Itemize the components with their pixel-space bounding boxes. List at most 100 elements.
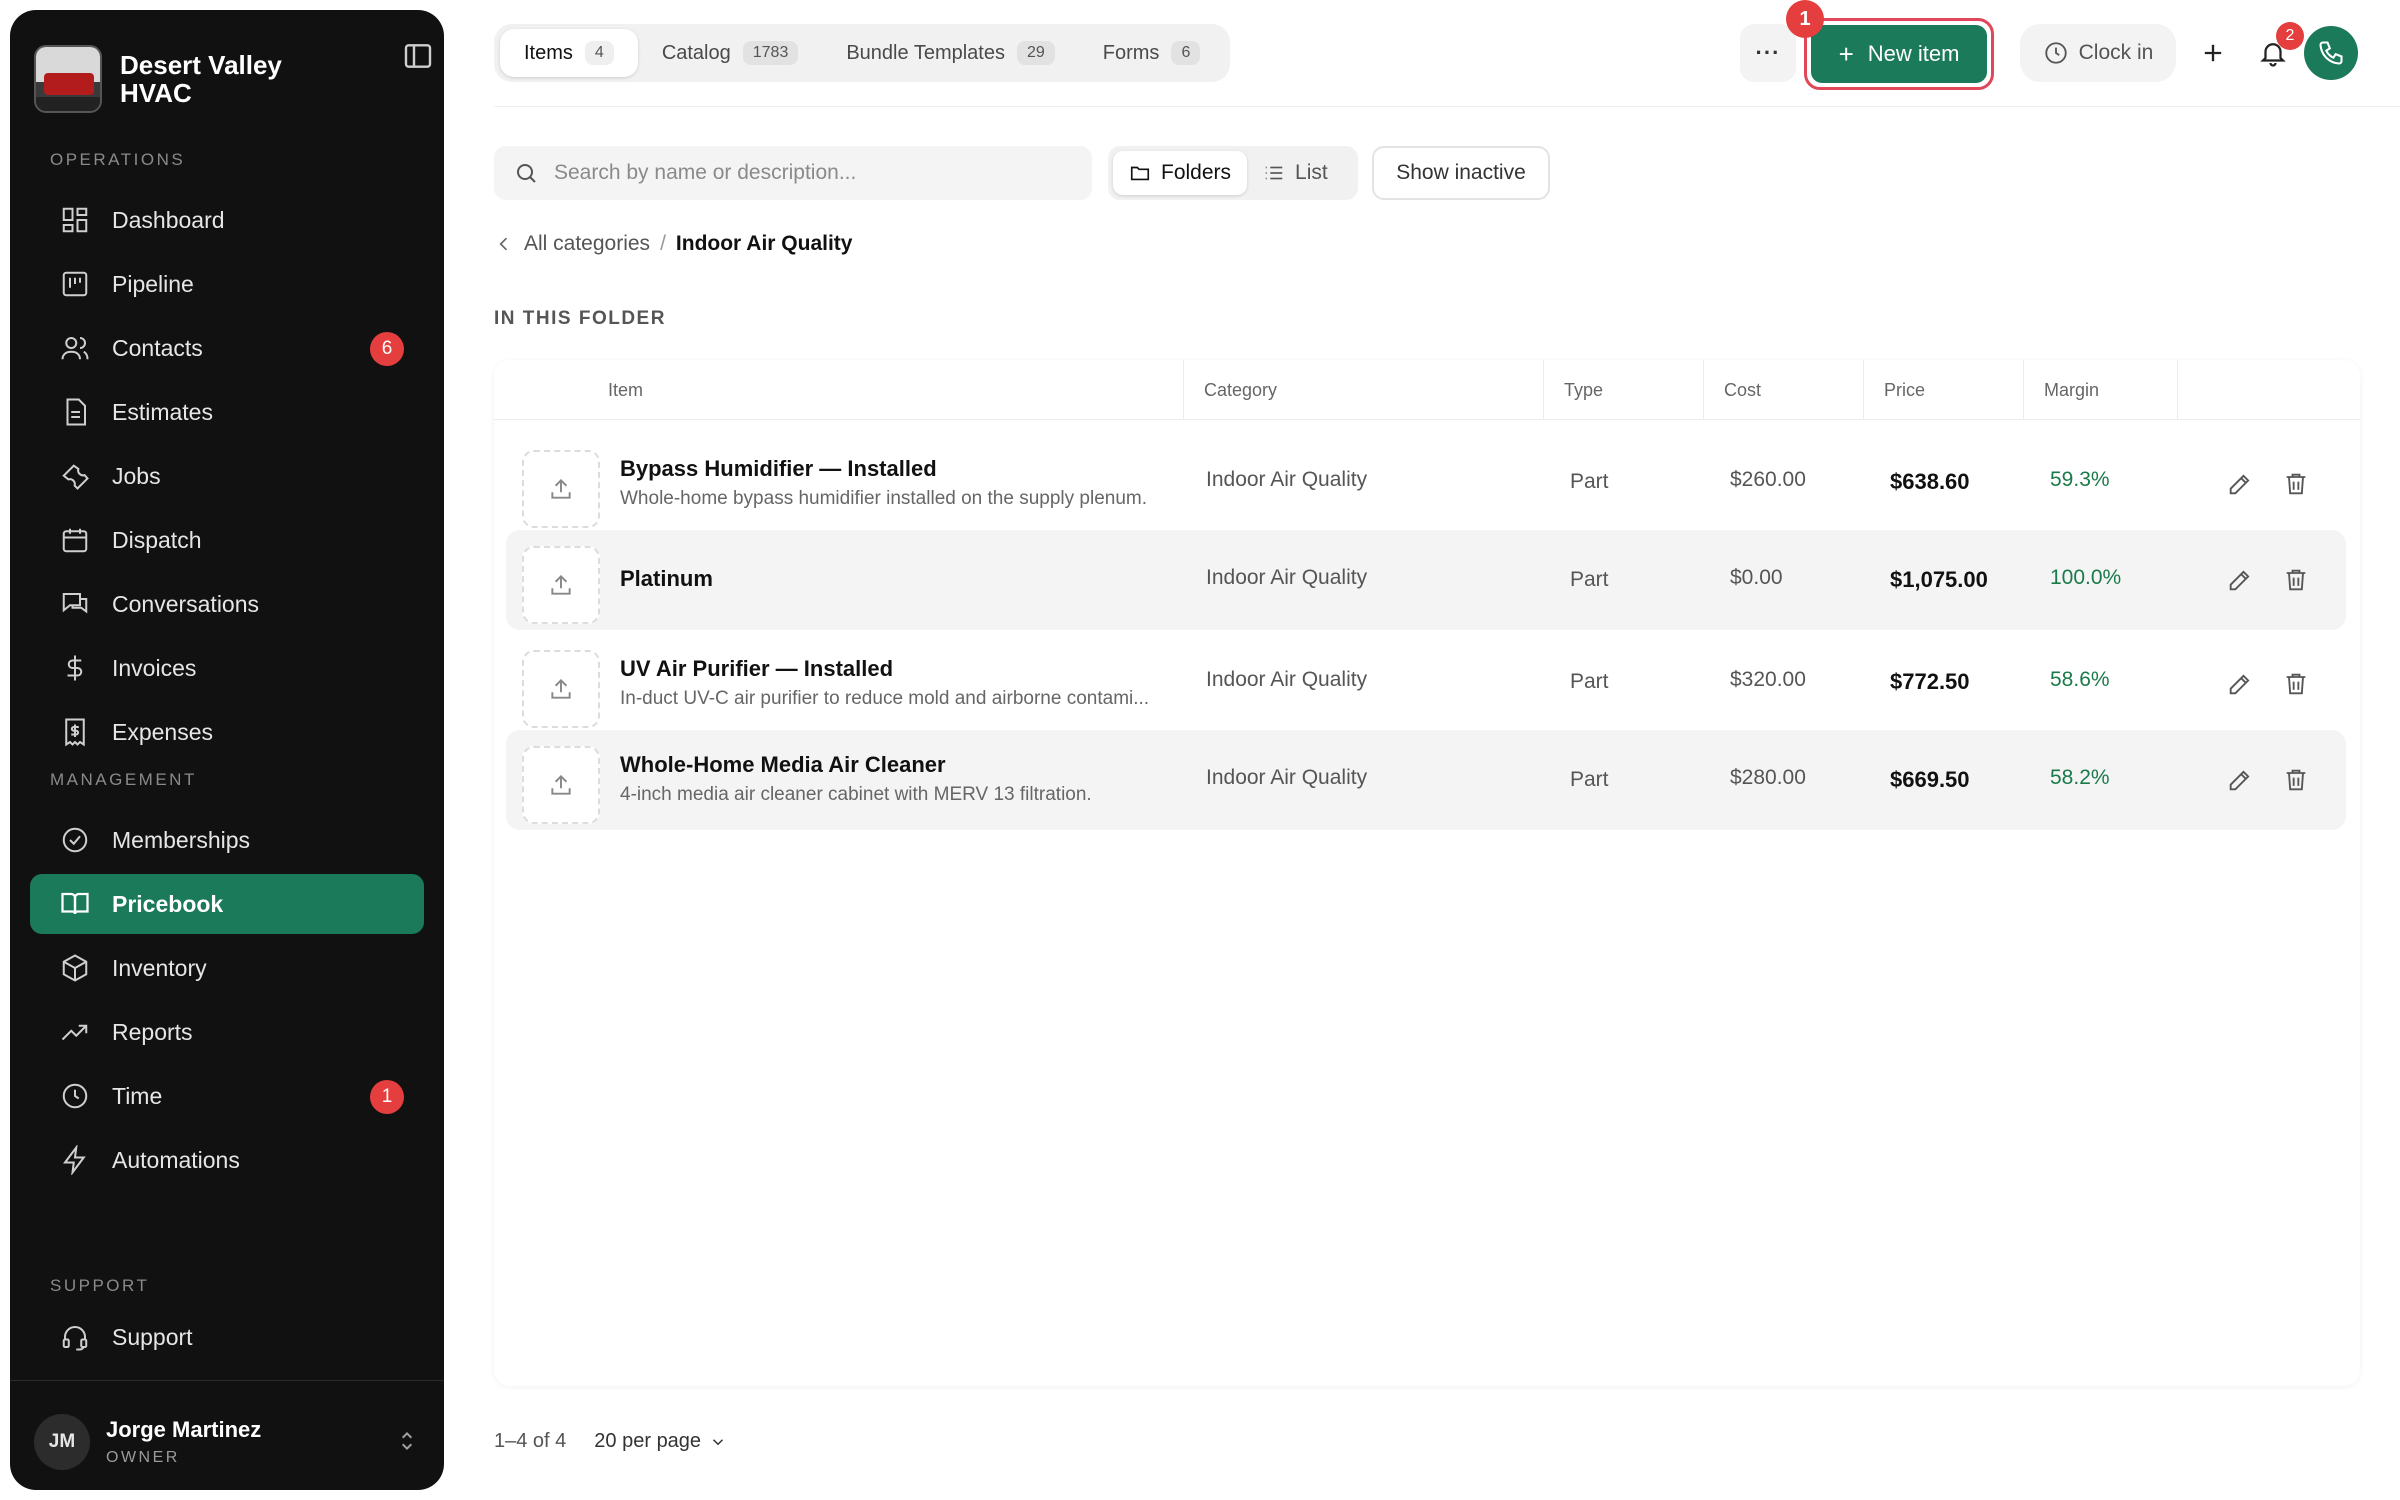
- upload-image-icon[interactable]: [522, 546, 600, 624]
- plus-icon: [2199, 39, 2227, 67]
- clock-in-button[interactable]: Clock in: [2020, 24, 2176, 82]
- bolt-icon: [60, 1145, 90, 1175]
- edit-pencil-icon[interactable]: [2226, 470, 2254, 498]
- column-header-category[interactable]: Category: [1184, 360, 1544, 420]
- edit-pencil-icon[interactable]: [2226, 566, 2254, 594]
- new-item-button[interactable]: + New item: [1811, 25, 1987, 83]
- folders-label: Folders: [1161, 161, 1232, 184]
- tab-catalog[interactable]: Catalog 1783: [638, 29, 823, 77]
- table-row[interactable]: Whole-Home Media Air Cleaner 4-inch medi…: [506, 730, 2346, 830]
- search-input[interactable]: [554, 161, 1074, 185]
- sidebar-item-memberships[interactable]: Memberships: [30, 810, 424, 870]
- check-circle-icon: [60, 825, 90, 855]
- sidebar-item-pricebook[interactable]: Pricebook: [30, 874, 424, 934]
- pagination-range: 1–4 of 4: [494, 1430, 567, 1452]
- sidebar: Desert Valley HVAC OPERATIONS Dashboard …: [10, 10, 444, 1490]
- section-label-support: SUPPORT: [50, 1276, 150, 1295]
- tab-label: Catalog: [661, 41, 731, 64]
- clock-icon: [60, 1081, 90, 1111]
- sidebar-item-contacts[interactable]: Contacts 6: [30, 318, 424, 378]
- sidebar-item-time[interactable]: Time 1: [30, 1066, 424, 1126]
- column-header-margin[interactable]: Margin: [2024, 360, 2178, 420]
- sidebar-item-inventory[interactable]: Inventory: [30, 938, 424, 998]
- calendar-icon: [60, 525, 90, 555]
- breadcrumb-separator: /: [660, 232, 666, 255]
- chevron-left-icon[interactable]: [494, 234, 524, 254]
- tab-label: Forms: [1102, 41, 1160, 64]
- avatar: JM: [34, 1414, 90, 1470]
- breadcrumb-parent-link[interactable]: All categories: [524, 232, 650, 256]
- list-view-button[interactable]: List: [1247, 151, 1344, 195]
- folders-view-button[interactable]: Folders: [1113, 151, 1248, 195]
- sidebar-item-reports[interactable]: Reports: [30, 1002, 424, 1062]
- sidebar-item-label: Reports: [112, 1018, 193, 1045]
- tab-label: Bundle Templates: [846, 41, 1005, 64]
- tab-items[interactable]: Items 4: [500, 29, 638, 77]
- list-icon: [1263, 162, 1295, 184]
- quick-add-button[interactable]: [2190, 30, 2236, 76]
- trend-icon: [60, 1017, 90, 1047]
- upload-image-icon[interactable]: [522, 650, 600, 728]
- more-options-button[interactable]: ···: [1740, 24, 1796, 82]
- chevron-down-icon: [701, 1433, 727, 1451]
- sidebar-item-pipeline[interactable]: Pipeline: [30, 254, 424, 314]
- edit-pencil-icon[interactable]: [2226, 766, 2254, 794]
- contacts-count-badge: 6: [370, 332, 404, 366]
- item-type: Part: [1570, 568, 1609, 591]
- sidebar-item-automations[interactable]: Automations: [30, 1130, 424, 1190]
- edit-pencil-icon[interactable]: [2226, 670, 2254, 698]
- phone-icon: [2317, 39, 2345, 67]
- sidebar-item-estimates[interactable]: Estimates: [30, 382, 424, 442]
- sidebar-item-support[interactable]: Support: [30, 1307, 424, 1367]
- item-margin: 59.3%: [2050, 468, 2110, 491]
- items-table: Item Category Type Cost Price Margin Byp…: [494, 360, 2360, 1386]
- sidebar-item-label: Estimates: [112, 398, 213, 425]
- item-price: $772.50: [1890, 669, 1970, 694]
- brand-logo: [34, 45, 102, 113]
- chevron-up-down-icon[interactable]: [394, 1428, 420, 1454]
- item-category: Indoor Air Quality: [1206, 766, 1368, 789]
- sidebar-item-dispatch[interactable]: Dispatch: [30, 510, 424, 570]
- sidebar-item-label: Jobs: [112, 462, 161, 489]
- trash-icon[interactable]: [2282, 566, 2310, 594]
- sidebar-item-dashboard[interactable]: Dashboard: [30, 190, 424, 250]
- user-menu[interactable]: JM Jorge Martinez OWNER: [34, 1408, 424, 1476]
- plus-icon: +: [1838, 38, 1854, 69]
- phone-button[interactable]: [2304, 26, 2358, 80]
- user-role: OWNER: [106, 1449, 180, 1466]
- table-row[interactable]: Platinum Indoor Air Quality Part $0.00 $…: [506, 530, 2346, 630]
- column-header-type[interactable]: Type: [1544, 360, 1704, 420]
- clock-icon: [2043, 40, 2079, 66]
- folder-icon: [1129, 162, 1161, 184]
- item-name: Whole-Home Media Air Cleaner: [620, 752, 946, 777]
- tab-bundle-templates[interactable]: Bundle Templates 29: [822, 29, 1078, 77]
- column-header-price[interactable]: Price: [1864, 360, 2024, 420]
- column-header-cost[interactable]: Cost: [1704, 360, 1864, 420]
- sidebar-item-label: Pipeline: [112, 270, 194, 297]
- trash-icon[interactable]: [2282, 670, 2310, 698]
- table-row[interactable]: Bypass Humidifier — Installed Whole-home…: [506, 434, 2346, 530]
- sidebar-item-jobs[interactable]: Jobs: [30, 446, 424, 506]
- per-page-select[interactable]: 20 per page: [594, 1430, 727, 1453]
- item-type: Part: [1570, 768, 1609, 791]
- upload-image-icon[interactable]: [522, 450, 600, 528]
- trash-icon[interactable]: [2282, 766, 2310, 794]
- sidebar-toggle-icon[interactable]: [402, 40, 434, 72]
- chat-icon: [60, 589, 90, 619]
- column-header-item[interactable]: Item: [494, 360, 1184, 420]
- item-price: $638.60: [1890, 469, 1970, 494]
- trash-icon[interactable]: [2282, 470, 2310, 498]
- upload-image-icon[interactable]: [522, 746, 600, 824]
- clock-in-label: Clock in: [2078, 41, 2154, 64]
- item-description: 4-inch media air cleaner cabinet with ME…: [620, 784, 1092, 805]
- sidebar-item-expenses[interactable]: Expenses: [30, 702, 424, 762]
- tab-forms[interactable]: Forms 6: [1079, 29, 1225, 77]
- item-category: Indoor Air Quality: [1206, 566, 1368, 589]
- item-category: Indoor Air Quality: [1206, 668, 1368, 691]
- show-inactive-button[interactable]: Show inactive: [1372, 146, 1550, 200]
- brand[interactable]: Desert Valley HVAC: [34, 34, 420, 124]
- sidebar-item-invoices[interactable]: Invoices: [30, 638, 424, 698]
- sidebar-item-conversations[interactable]: Conversations: [30, 574, 424, 634]
- sidebar-item-label: Dispatch: [112, 526, 202, 553]
- table-row[interactable]: UV Air Purifier — Installed In-duct UV-C…: [506, 634, 2346, 730]
